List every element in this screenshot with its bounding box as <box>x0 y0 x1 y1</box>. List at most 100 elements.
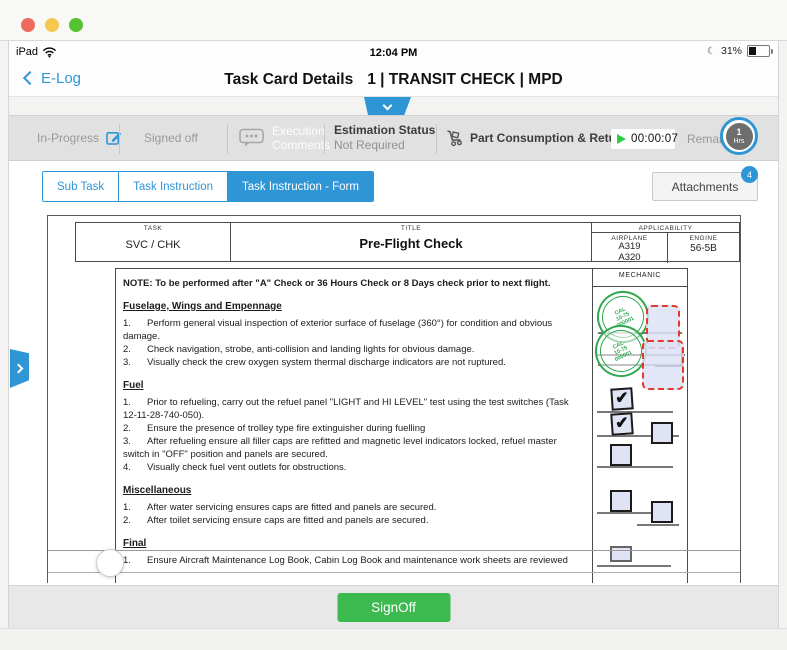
stamp-line: 000001 <box>614 350 633 363</box>
clock: 12:04 PM <box>9 47 778 59</box>
checklist-item: 2.Check navigation, strobe, anti-collisi… <box>123 343 582 356</box>
window-minimize-button[interactable] <box>45 18 59 32</box>
engine-value: 56-5B <box>668 243 739 254</box>
page-title: Task Card Details 1 | TRANSIT CHECK | MPD <box>9 71 778 89</box>
estimation-status-value: Not Required <box>334 138 435 153</box>
airplane-value-2: A320 <box>592 253 667 264</box>
mechanic-checkbox[interactable]: ✔ <box>610 412 633 435</box>
checklist-item: 2.Ensure the presence of trolley type fi… <box>123 422 582 435</box>
tab-bar: Sub Task Task Instruction Task Instructi… <box>42 171 374 202</box>
engine-label: ENGINE <box>668 233 739 242</box>
applicability-label: APPLICABILITY <box>592 223 739 232</box>
stamp-line: CAL <box>614 306 627 316</box>
attachments-button[interactable]: Attachments 4 <box>652 172 758 201</box>
execution-comments-button[interactable]: Execution Comments <box>239 124 332 152</box>
toolbar-divider <box>227 124 228 154</box>
mechanic-checkbox[interactable] <box>610 546 632 562</box>
battery-icon <box>747 45 770 57</box>
doc-row-divider <box>48 572 740 573</box>
checklist-item: 4.Visually check fuel vent outlets for o… <box>123 461 582 474</box>
mechanic-checkbox[interactable]: ✔ <box>610 387 633 410</box>
stamp-line: 10-75 <box>615 311 630 323</box>
toolbar-divider <box>324 124 325 154</box>
window-close-button[interactable] <box>21 18 35 32</box>
taskcard-body: NOTE: To be performed after "A" Check or… <box>115 268 592 583</box>
signature-line <box>597 565 671 567</box>
signature-line <box>597 466 673 468</box>
tab-task-instruction[interactable]: Task Instruction <box>119 172 228 201</box>
mechanic-checkbox[interactable] <box>610 444 632 466</box>
part-consumption-label: Part Consumption & Return <box>470 131 628 145</box>
mechanic-checkbox[interactable] <box>651 501 673 523</box>
timer-value: 00:00:07 <box>631 133 678 145</box>
section-heading: Fuel <box>123 379 582 392</box>
in-progress-label: In-Progress <box>37 131 99 145</box>
toolbar-divider <box>119 124 120 154</box>
status-toolbar: In-Progress Signed off Execution Commen <box>9 115 778 161</box>
engine-cell: ENGINE 56-5B <box>668 233 739 263</box>
chevron-down-icon <box>383 100 393 110</box>
page-title-sub: 1 | TRANSIT CHECK | MPD <box>367 71 563 88</box>
signoff-button[interactable]: SignOff <box>337 593 450 622</box>
signed-off-label: Signed off <box>144 131 198 145</box>
signed-off-button[interactable]: Signed off <box>144 131 198 145</box>
part-consumption-button[interactable]: Part Consumption & Return <box>445 129 628 147</box>
timer: 00:00:07 <box>611 129 675 149</box>
estimation-status-label: Estimation Status <box>334 123 435 138</box>
status-bar: iPad 12:04 PM ☾ 31% <box>9 41 778 66</box>
note-text: NOTE: To be performed after "A" Check or… <box>123 277 582 290</box>
collapse-header-tab[interactable] <box>364 97 411 116</box>
app-window: iPad 12:04 PM ☾ 31% E-Log Task Card Deta… <box>0 0 787 650</box>
taskcard-header-table: TASK SVC / CHK TITLE Pre-Flight Check AP… <box>75 222 740 262</box>
stamp-line: 10-75 <box>613 345 628 357</box>
window-zoom-button[interactable] <box>69 18 83 32</box>
footer-strip <box>0 628 787 650</box>
action-bar: SignOff <box>9 585 778 628</box>
doc-right-border <box>740 215 741 583</box>
in-progress-button[interactable]: In-Progress <box>37 130 122 146</box>
signature-line <box>597 411 673 413</box>
checklist-item: 1.Prior to refueling, carry out the refu… <box>123 396 582 422</box>
checklist-item: 2.After toilet servicing ensure caps are… <box>123 514 582 527</box>
checklist-item: 3.Visually check the crew oxygen system … <box>123 356 582 369</box>
do-not-disturb-icon: ☾ <box>707 46 716 57</box>
section-heading: Miscellaneous <box>123 484 582 497</box>
estimation-status: Estimation Status Not Required <box>334 123 435 153</box>
airplane-cell: AIRPLANE A319 A320 <box>592 233 668 263</box>
doc-top-border <box>47 215 741 216</box>
signature-line <box>637 524 679 526</box>
checklist-item: 3.After refueling ensure all filler caps… <box>123 435 582 461</box>
task-column-label: TASK <box>76 223 230 232</box>
scroll-handle[interactable] <box>96 549 124 577</box>
attachments-label: Attachments <box>672 180 739 194</box>
doc-row-divider <box>48 550 740 551</box>
section-heading: Final <box>123 537 582 550</box>
mechanic-column-label: MECHANIC <box>593 269 687 287</box>
remaining-hours-badge: 1 Hrs <box>720 117 758 155</box>
checklist-item: 1.Perform general visual inspection of e… <box>123 317 582 343</box>
mechanic-checkbox[interactable] <box>610 490 632 512</box>
remaining-value: 1 <box>726 127 753 137</box>
page-title-main: Task Card Details <box>224 71 353 88</box>
doc-left-border <box>47 215 48 583</box>
attachments-count-badge: 4 <box>741 166 758 183</box>
battery-percent: 31% <box>721 45 742 57</box>
toolbar-divider <box>436 124 437 154</box>
mechanic-checkbox[interactable] <box>651 422 673 444</box>
stamp-line: CAL <box>612 340 625 350</box>
taskcard-title: Pre-Flight Check <box>231 236 591 251</box>
title-cell: TITLE Pre-Flight Check <box>231 223 592 261</box>
window-titlebar <box>0 0 787 40</box>
checklist-item: 1.Ensure Aircraft Maintenance Log Book, … <box>123 554 582 567</box>
tab-task-instruction-form[interactable]: Task Instruction - Form <box>228 172 373 201</box>
checklist-item: 1.After water servicing ensures caps are… <box>123 501 582 514</box>
tab-sub-task[interactable]: Sub Task <box>43 172 119 201</box>
section-heading: Fuselage, Wings and Empennage <box>123 300 582 313</box>
stamp-placeholder[interactable] <box>642 340 684 390</box>
play-icon[interactable] <box>617 134 626 144</box>
remaining-unit: Hrs <box>726 137 753 147</box>
task-cell: TASK SVC / CHK <box>76 223 231 261</box>
task-value: SVC / CHK <box>76 239 230 251</box>
airplane-value-1: A319 <box>592 242 667 253</box>
applicability-cell: APPLICABILITY AIRPLANE A319 A320 ENGINE … <box>592 223 739 261</box>
